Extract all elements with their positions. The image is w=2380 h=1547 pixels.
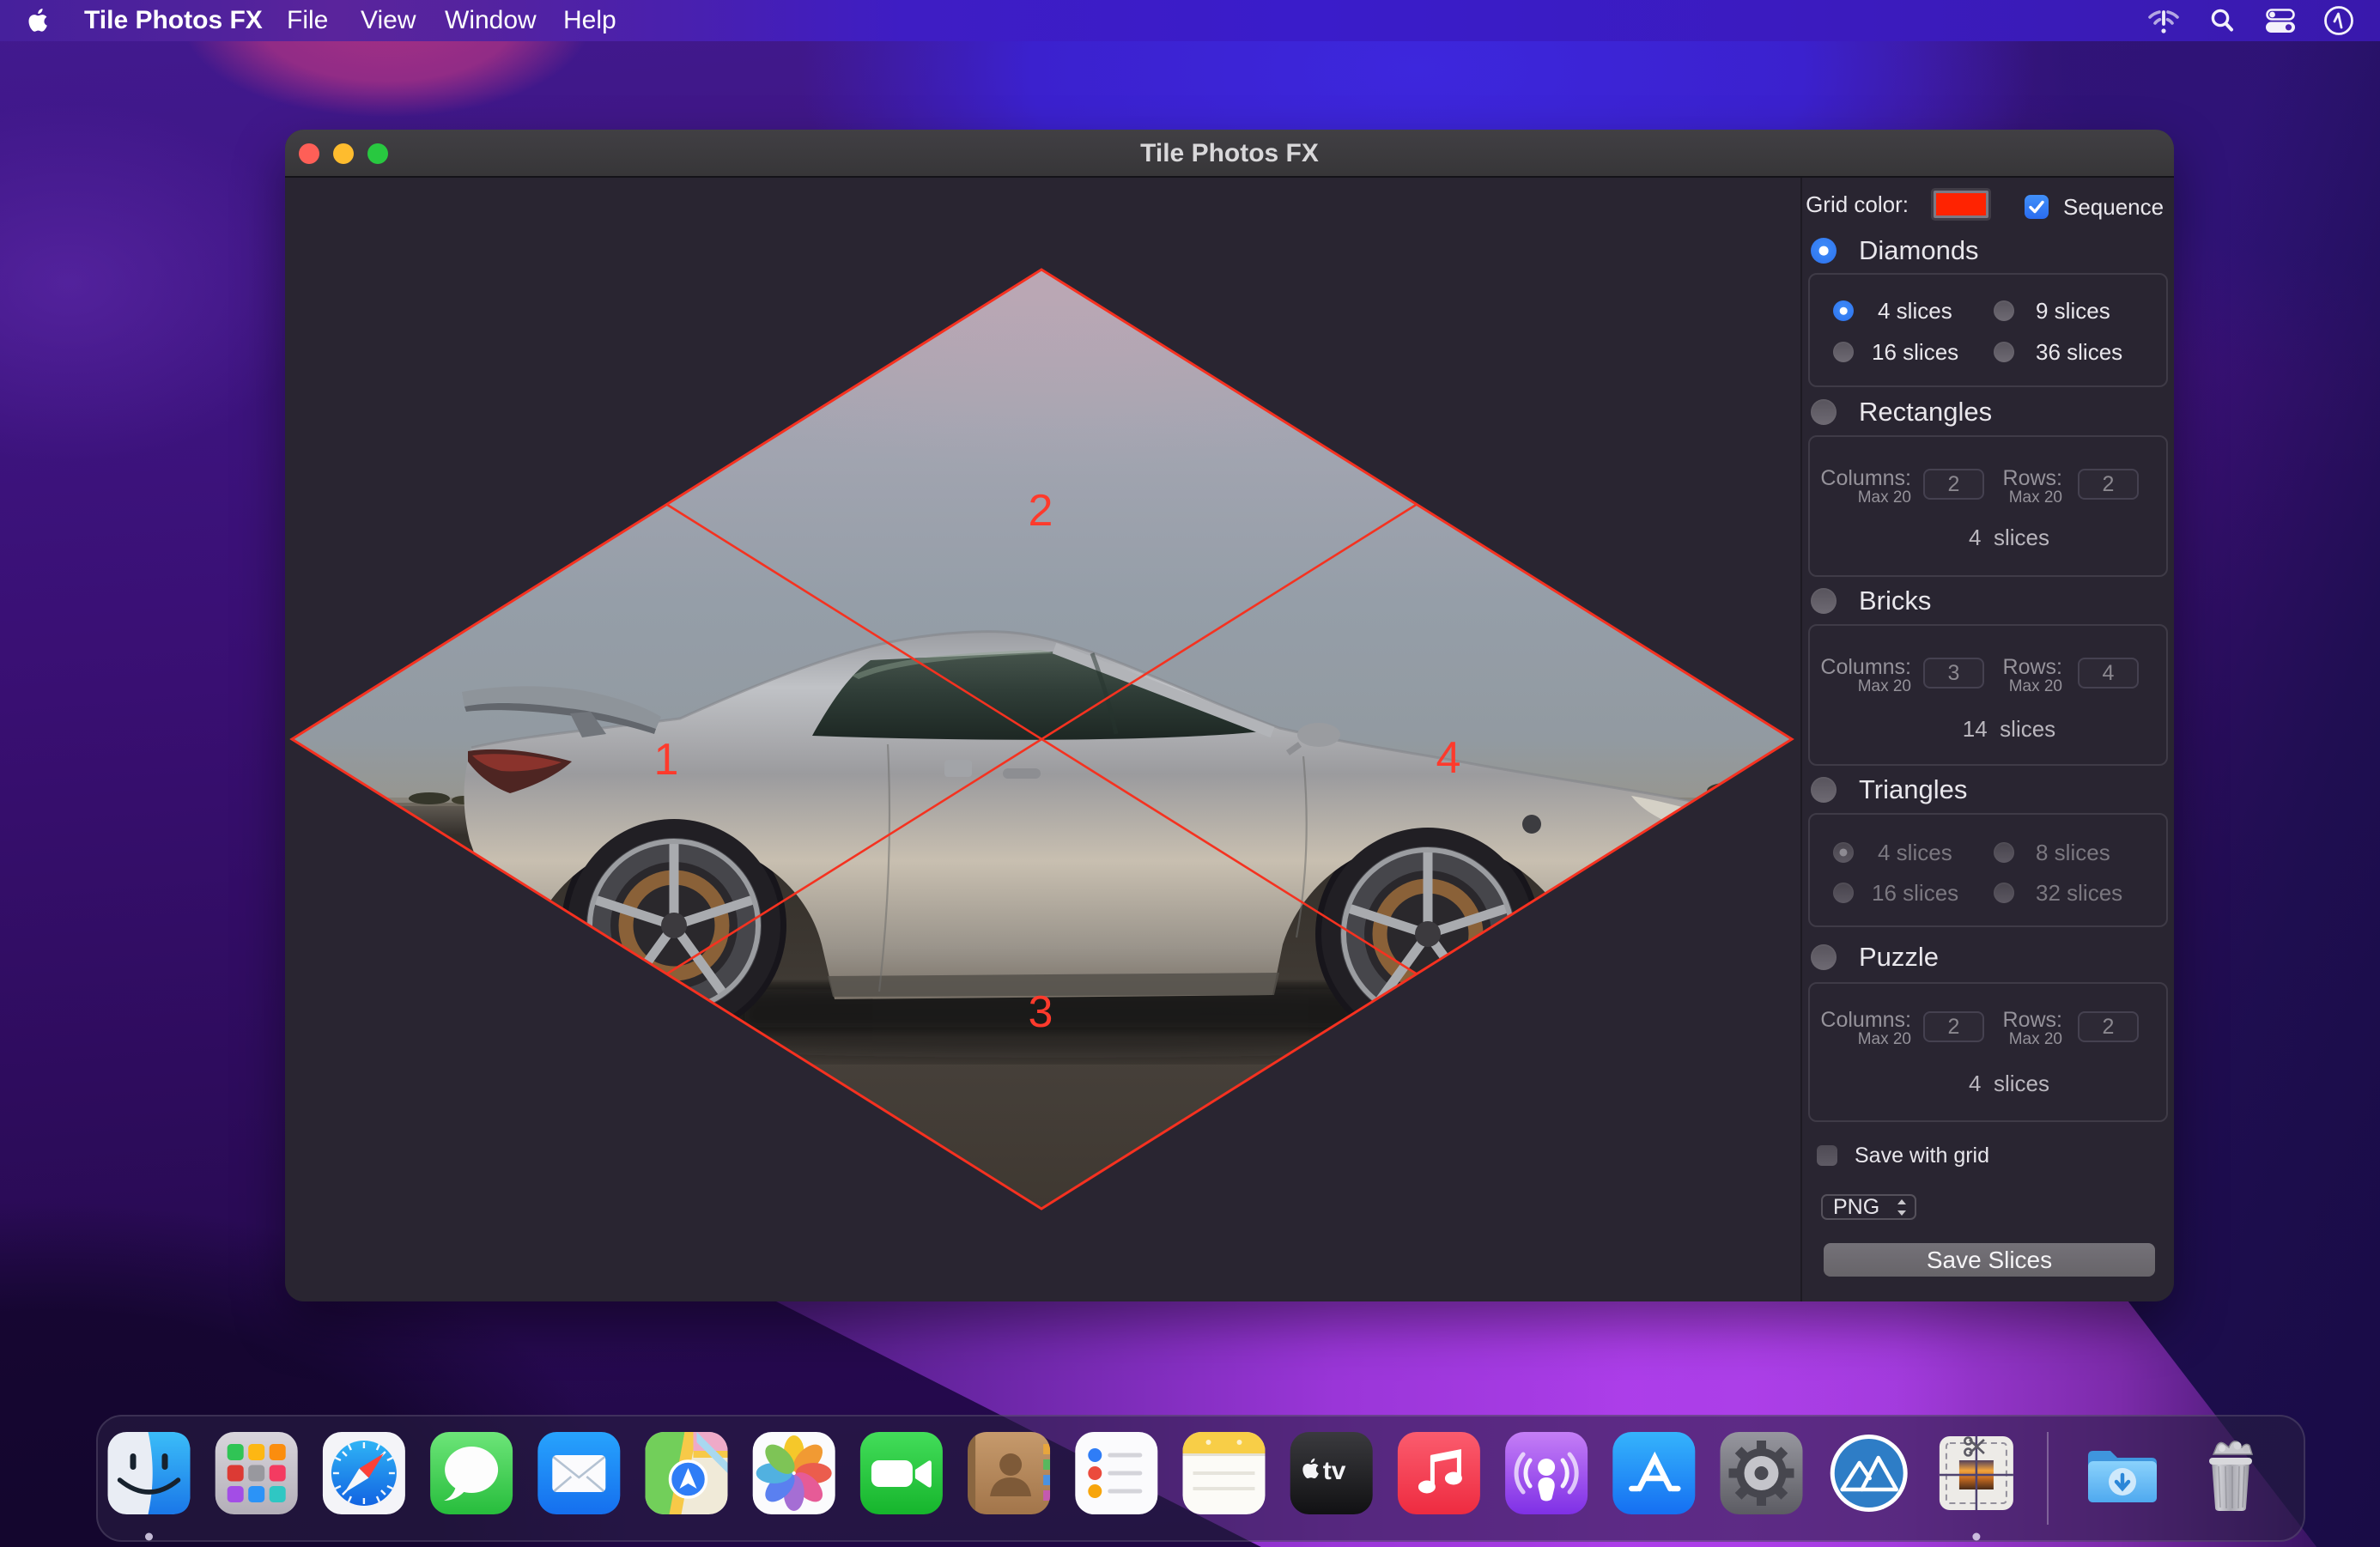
svg-text:4: 4 (1436, 733, 1461, 783)
svg-text:tv: tv (1323, 1457, 1346, 1485)
svg-text:1: 1 (654, 735, 679, 785)
svg-text:2: 2 (1029, 486, 1053, 536)
svg-text:3: 3 (1029, 987, 1053, 1037)
